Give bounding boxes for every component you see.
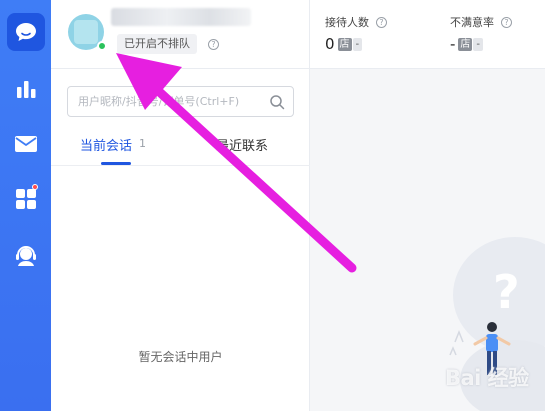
active-tab-indicator: [101, 162, 131, 165]
empty-state-text: 暂无会话中用户: [138, 350, 223, 364]
customer-service-icon: [15, 246, 36, 266]
account-name-blurred: [111, 8, 251, 26]
bar-chart-icon: [16, 81, 35, 98]
main-area: 接待人数 ? 0店- 不满意率 ? -店- ?: [310, 0, 545, 411]
store-dash: -: [473, 38, 484, 51]
help-icon[interactable]: ?: [208, 39, 219, 50]
store-dash: -: [352, 38, 363, 51]
tab-current-conversations[interactable]: 当前会话: [80, 135, 132, 154]
conversation-panel: 已开启不排队 ? 当前会话 1 最近联系 暂无会话中用户: [51, 0, 310, 411]
conversation-tabs: 当前会话 1 最近联系: [51, 128, 310, 166]
nav-mail[interactable]: [0, 121, 51, 167]
search-input[interactable]: [78, 87, 263, 116]
mail-icon: [14, 136, 37, 152]
notification-dot: [32, 184, 38, 190]
watermark: Bai 经验: [445, 366, 529, 390]
help-icon[interactable]: ?: [376, 17, 387, 28]
current-conversation-count: 1: [139, 137, 146, 150]
nav-apps[interactable]: [0, 176, 51, 222]
search-icon[interactable]: [269, 94, 285, 110]
help-icon[interactable]: ?: [501, 17, 512, 28]
dissatisfaction-rate-label: 不满意率: [450, 16, 494, 29]
apps-grid-icon: [15, 189, 36, 209]
app-window: 已开启不排队 ? 当前会话 1 最近联系 暂无会话中用户 接待人数 ? 0店- …: [0, 0, 545, 411]
nav-messages[interactable]: [0, 9, 51, 55]
svg-text:?: ?: [493, 265, 520, 319]
queue-status-badge[interactable]: 已开启不排队: [117, 34, 197, 54]
reception-count-label: 接待人数: [325, 16, 369, 29]
profile-header: 已开启不排队 ?: [51, 0, 310, 69]
reception-count-value: 0店-: [325, 35, 363, 53]
tab-recent-contacts[interactable]: 最近联系: [216, 135, 268, 154]
store-badge: 店: [337, 38, 352, 51]
chat-bubble-icon: [15, 23, 36, 41]
nav-customer-service[interactable]: [0, 233, 51, 279]
stats-bar: 接待人数 ? 0店- 不满意率 ? -店-: [310, 0, 545, 69]
store-badge: 店: [458, 38, 473, 51]
online-status-dot: [97, 41, 107, 51]
search-box: [67, 86, 294, 117]
left-nav-rail: [0, 0, 51, 411]
nav-data[interactable]: [0, 66, 51, 112]
dissatisfaction-rate-value: -店-: [450, 35, 484, 53]
